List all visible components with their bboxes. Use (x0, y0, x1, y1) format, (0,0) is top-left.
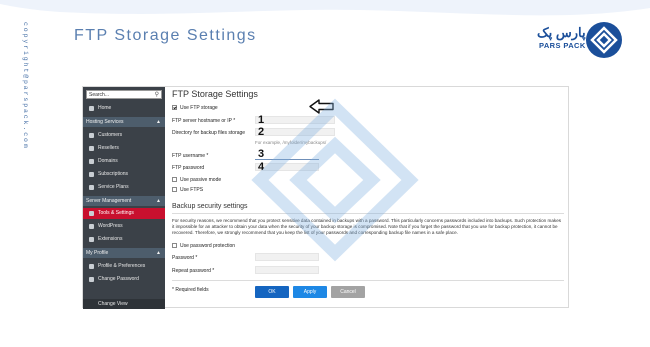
passive-mode-label: Use passive mode (180, 177, 222, 183)
security-heading: Backup security settings (172, 203, 248, 210)
sidebar-item-domains[interactable]: Domains (83, 156, 165, 167)
directory-hint: For example, /myfolder/mybackups/ (255, 140, 327, 145)
sidebar: Search... ⚲ Home Hosting Services ▲ Custo… (83, 87, 165, 309)
sidebar-item-subscriptions[interactable]: Subscriptions (83, 169, 165, 180)
customers-icon (89, 133, 94, 138)
service-plans-icon (89, 185, 94, 190)
brand-name-fa: پارس پک (537, 25, 586, 40)
search-input[interactable]: Search... ⚲ (86, 90, 162, 99)
annotation-3: 3 (258, 148, 265, 160)
ftp-password-input[interactable] (255, 163, 319, 171)
sidebar-item-customers[interactable]: Customers (83, 130, 165, 141)
slide-title: FTP Storage Settings (74, 27, 257, 44)
directory-label: Directory for backup files storage (172, 130, 246, 136)
search-icon[interactable]: ⚲ (155, 91, 159, 99)
directory-input[interactable] (255, 128, 335, 136)
password-protection-label: Use password protection (180, 243, 236, 249)
annotation-1: 1 (258, 114, 265, 126)
password-protection-checkbox[interactable] (172, 243, 177, 248)
ftp-password-label: FTP password (172, 165, 205, 171)
use-ftp-storage-checkbox[interactable] (172, 105, 177, 110)
tools-icon (89, 211, 94, 216)
change-view-button[interactable]: Change View (83, 299, 165, 309)
apply-button[interactable]: Apply (293, 286, 327, 298)
footer-divider (172, 280, 564, 281)
arrow-left-icon (309, 99, 334, 114)
globe-icon (89, 159, 94, 164)
sidebar-section-server-management[interactable]: Server Management ▲ (83, 196, 165, 206)
required-fields-note: * Required fields (172, 287, 209, 293)
annotation-4: 4 (258, 161, 265, 173)
profile-icon (89, 264, 94, 269)
sidebar-section-my-profile[interactable]: My Profile ▲ (83, 248, 165, 258)
security-description: For security reasons, we recommend that … (172, 218, 562, 236)
slide: copyright@parspack.com FTP Storage Setti… (0, 0, 650, 347)
plesk-screenshot: Search... ⚲ Home Hosting Services ▲ Custo… (82, 86, 569, 309)
ftp-host-input[interactable] (255, 116, 335, 124)
sidebar-item-profile[interactable]: Profile & Preferences (83, 261, 165, 272)
annotation-2: 2 (258, 126, 265, 138)
use-ftps-label: Use FTPS (180, 187, 204, 193)
sidebar-item-service-plans[interactable]: Service Plans (83, 182, 165, 193)
sidebar-item-resellers[interactable]: Resellers (83, 143, 165, 154)
repeat-password-input[interactable] (255, 266, 319, 274)
sidebar-item-home[interactable]: Home (83, 103, 165, 114)
cancel-button[interactable]: Cancel (331, 286, 365, 298)
sidebar-item-change-password[interactable]: Change Password (83, 274, 165, 285)
home-icon (89, 106, 94, 111)
ftp-username-label: FTP username * (172, 153, 209, 159)
collapse-icon: ▲ (156, 198, 161, 204)
subscriptions-icon (89, 172, 94, 177)
ok-button[interactable]: OK (255, 286, 289, 298)
wordpress-icon (89, 224, 94, 229)
resellers-icon (89, 146, 94, 151)
repeat-password-label: Repeat password * (172, 268, 215, 274)
password-input[interactable] (255, 253, 319, 261)
section-divider (172, 213, 564, 214)
sidebar-item-wordpress[interactable]: WordPress (83, 221, 165, 232)
copyright-vertical: copyright@parspack.com (22, 22, 29, 150)
use-ftp-storage-label: Use FTP storage (180, 105, 218, 111)
search-placeholder: Search... (89, 92, 110, 98)
extensions-icon (89, 237, 94, 242)
password-label: Password * (172, 255, 198, 261)
ftp-username-input[interactable] (255, 150, 319, 158)
use-ftps-checkbox[interactable] (172, 187, 177, 192)
collapse-icon: ▲ (156, 119, 161, 125)
passive-mode-checkbox[interactable] (172, 177, 177, 182)
ftp-host-label: FTP server hostname or IP * (172, 118, 236, 124)
collapse-icon: ▲ (156, 250, 161, 256)
form-title: FTP Storage Settings (172, 89, 258, 99)
sidebar-item-tools-settings[interactable]: Tools & Settings (83, 208, 165, 219)
username-underline (255, 159, 319, 160)
brand-name-en: PARS PACK (539, 41, 586, 50)
sidebar-section-hosting[interactable]: Hosting Services ▲ (83, 117, 165, 127)
key-icon (89, 277, 94, 282)
sidebar-item-extensions[interactable]: Extensions (83, 234, 165, 245)
parspack-logo-icon (586, 22, 622, 58)
main-content: FTP Storage Settings Use FTP storage FTP… (172, 87, 567, 309)
